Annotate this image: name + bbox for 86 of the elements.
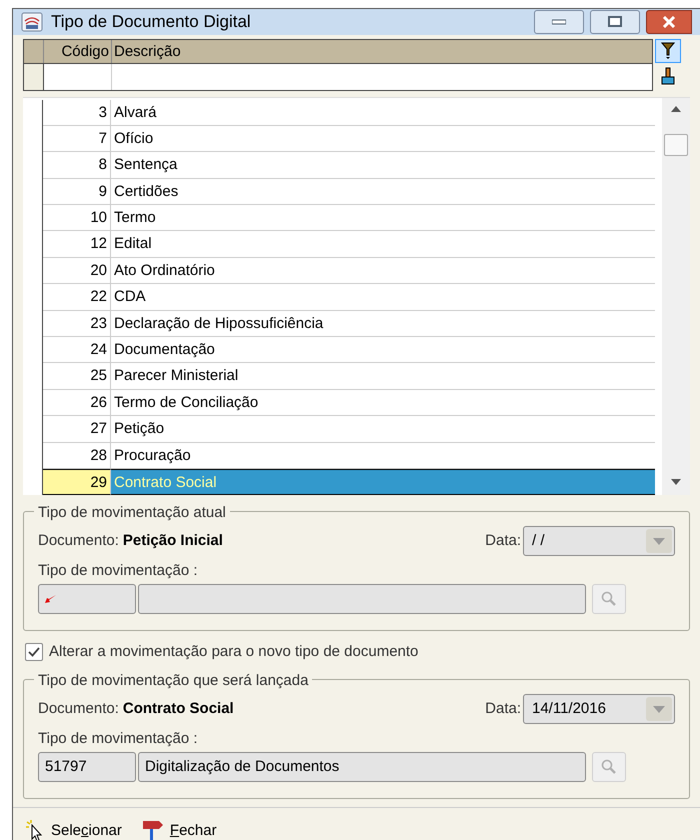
description-cell: Documentação: [111, 337, 655, 364]
code-cell: 10: [43, 205, 111, 232]
description-cell: Ato Ordinatório: [111, 258, 655, 284]
document-label: Documento:: [38, 531, 119, 552]
document-label: Documento:: [38, 699, 119, 720]
movement-type-label: Tipo de movimentação :: [38, 729, 199, 750]
movement-code-field[interactable]: [38, 584, 136, 614]
code-cell: 25: [43, 363, 111, 390]
scroll-up-icon: [671, 106, 681, 112]
table-row[interactable]: 25 Parecer Ministerial: [23, 363, 655, 390]
document-name: Petição Inicial: [122, 531, 223, 552]
column-header[interactable]: Código: [44, 40, 112, 62]
close-button[interactable]: [646, 10, 692, 34]
required-arrow-icon: [45, 594, 57, 604]
app-logo-icon: [21, 12, 43, 32]
cursor-click-icon: [25, 820, 45, 840]
table-row[interactable]: 29 Contrato Social: [23, 468, 655, 496]
description-cell: Ofício: [111, 126, 655, 152]
document-name: Contrato Social: [122, 699, 234, 720]
checkbox-label: Alterar a movimentação para o novo tipo de documento: [49, 642, 418, 662]
search-button[interactable]: [592, 584, 626, 614]
scrollbar[interactable]: [662, 98, 690, 496]
code-cell: 8: [43, 152, 111, 179]
code-cell: 23: [43, 310, 111, 338]
maximize-icon: [608, 16, 622, 28]
table-row[interactable]: 3 Alvará: [23, 100, 655, 126]
table-row[interactable]: 22 CDA: [23, 284, 655, 311]
table-row[interactable]: 26 Termo de Conciliação: [23, 390, 655, 416]
date-field[interactable]: 14/11/2016: [523, 694, 675, 724]
code-cell: 24: [43, 337, 111, 364]
column-header[interactable]: Descrição: [112, 40, 652, 62]
code-cell: 9: [43, 178, 111, 206]
description-cell: Termo: [111, 205, 655, 232]
filter-button[interactable]: [655, 38, 681, 62]
code-cell: 29: [43, 468, 111, 496]
table-row[interactable]: 7 Ofício: [23, 126, 655, 152]
code-cell: 27: [43, 416, 111, 443]
movement-code-field[interactable]: 51797: [38, 752, 136, 782]
movement-description-field[interactable]: Digitalização de Documentos: [138, 752, 586, 782]
code-cell: 20: [43, 258, 111, 284]
table-row[interactable]: 20 Ato Ordinatório: [23, 258, 655, 284]
movement-type-label: Tipo de movimentação :: [38, 561, 199, 582]
code-cell: 12: [43, 231, 111, 258]
search-icon: [601, 758, 617, 775]
date-label: Data:: [485, 699, 521, 720]
description-cell: Declaração de Hipossuficiência: [111, 310, 655, 338]
movement-description-field[interactable]: [138, 584, 586, 614]
scroll-down-icon: [671, 479, 681, 486]
filter-icon: [661, 42, 675, 60]
scroll-thumb[interactable]: [664, 134, 688, 156]
description-cell: Parecer Ministerial: [111, 363, 655, 390]
select-button[interactable]: Selecionar: [25, 820, 122, 840]
minimize-button[interactable]: [534, 10, 584, 34]
search-icon: [601, 590, 617, 607]
table-row[interactable]: 10 Termo: [23, 205, 655, 232]
description-cell: Termo de Conciliação: [111, 390, 655, 416]
code-cell: 7: [43, 126, 111, 152]
code-cell: 3: [43, 100, 111, 126]
table-row[interactable]: 27 Petição: [23, 416, 655, 443]
table-row[interactable]: 12 Edital: [23, 231, 655, 258]
description-cell: Petição: [111, 416, 655, 443]
description-cell: CDA: [111, 284, 655, 311]
date-field[interactable]: / /: [523, 526, 675, 556]
table-row[interactable]: 8 Sentença: [23, 152, 655, 179]
code-cell: 22: [43, 284, 111, 311]
search-button[interactable]: [592, 752, 626, 782]
change-movement-checkbox[interactable]: Alterar a movimentação para o novo tipo de documento: [25, 640, 688, 664]
brush-icon: [661, 66, 675, 84]
description-cell: Edital: [111, 231, 655, 258]
close-dialog-button[interactable]: Fechar: [142, 820, 217, 840]
close-icon: [662, 16, 676, 28]
description-cell: Certidões: [111, 178, 655, 206]
maximize-button[interactable]: [590, 10, 640, 34]
table-row[interactable]: 9 Certidões: [23, 178, 655, 206]
checkbox[interactable]: [25, 643, 43, 662]
date-label: Data:: [485, 531, 521, 552]
flag-icon: [142, 820, 164, 840]
code-cell: 26: [43, 390, 111, 416]
description-cell: Alvará: [111, 100, 655, 126]
window-title: Tipo de Documento Digital: [51, 11, 251, 33]
table-row[interactable]: 23 Declaração de Hipossuficiência: [23, 310, 655, 338]
check-icon: [28, 647, 40, 658]
table-row[interactable]: 24 Documentação: [23, 337, 655, 364]
description-cell: Sentença: [111, 152, 655, 179]
description-cell: Contrato Social: [111, 468, 655, 496]
minimize-icon: [552, 18, 566, 25]
